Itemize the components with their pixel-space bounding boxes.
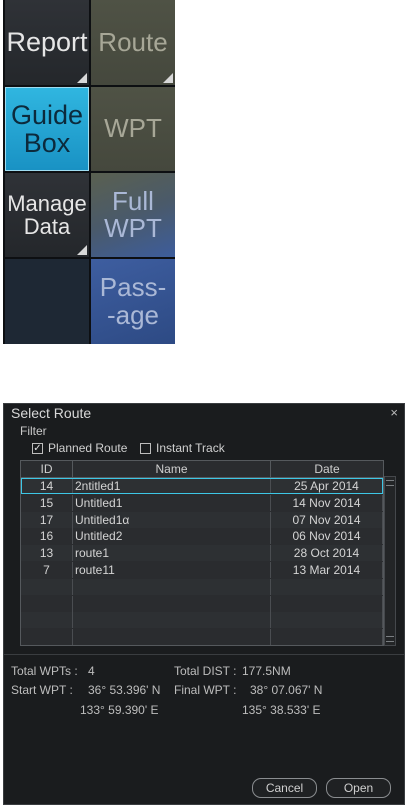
passage-button[interactable]: Pass- -age <box>91 259 175 344</box>
instant-track-checkbox[interactable]: Instant Track <box>140 441 225 455</box>
cell-id: 7 <box>21 562 73 578</box>
total-wpts-label: Total WPTs : <box>11 664 78 678</box>
cell-date <box>271 612 383 629</box>
cell-name: Untitled1α <box>73 511 271 528</box>
passage-label: Pass- -age <box>99 272 167 330</box>
cell-name: 2ntitled1 <box>73 478 271 494</box>
start-wpt-latitude: 36° 53.396' N <box>88 683 161 697</box>
table-row[interactable]: 16 Untitled2 06 Nov 2014 <box>21 528 383 545</box>
cell-name: route11 <box>73 562 271 578</box>
filter-label: Filter <box>20 424 47 438</box>
instant-track-label: Instant Track <box>156 441 225 455</box>
cell-id: 14 <box>21 478 73 494</box>
cell-name <box>73 612 271 629</box>
cell-date: 06 Nov 2014 <box>271 528 383 545</box>
cell-id <box>21 578 73 595</box>
cell-name: route1 <box>73 545 271 562</box>
empty-table-row <box>21 612 383 629</box>
menu-panel: Report Route Guide Box WPT Manage Data F… <box>3 0 175 344</box>
column-header-id[interactable]: ID <box>21 461 73 477</box>
checkbox-checked-icon: ✓ <box>32 442 43 454</box>
planned-route-checkbox[interactable]: ✓ Planned Route <box>32 441 127 455</box>
cell-date: 28 Oct 2014 <box>271 545 383 562</box>
empty-table-row <box>21 578 383 595</box>
total-wpts-value: 4 <box>88 664 95 678</box>
cell-date: 07 Nov 2014 <box>271 511 383 528</box>
cell-id <box>21 612 73 629</box>
route-table: ID Name Date 14 2ntitled1 25 Apr 2014 15 Unt… <box>20 460 384 646</box>
start-wpt-longitude: 133° 59.390' E <box>80 703 159 717</box>
submenu-corner-icon <box>77 245 87 255</box>
planned-route-label: Planned Route <box>48 441 128 455</box>
table-scrollbar[interactable] <box>384 476 396 646</box>
table-row[interactable]: 7 route11 13 Mar 2014 <box>21 562 383 578</box>
start-wpt-label: Start WPT : <box>11 683 73 697</box>
scroll-up-icon[interactable] <box>386 480 394 486</box>
divider <box>4 654 404 655</box>
guide-box-label: Guide Box <box>10 99 84 158</box>
select-route-dialog: Select Route × Filter ✓ Planned Route In… <box>3 403 405 805</box>
cell-date: 13 Mar 2014 <box>271 562 383 578</box>
open-button[interactable]: Open <box>326 778 391 798</box>
cell-id: 16 <box>21 528 73 545</box>
submenu-corner-icon <box>77 73 87 83</box>
empty-table-row <box>21 629 383 646</box>
cell-id: 13 <box>21 545 73 562</box>
route-label: Route <box>98 26 168 57</box>
submenu-corner-icon <box>163 73 173 83</box>
table-row[interactable]: 13 route1 28 Oct 2014 <box>21 545 383 562</box>
column-header-date[interactable]: Date <box>271 461 383 477</box>
wpt-button[interactable]: WPT <box>91 87 175 171</box>
cell-date <box>271 578 383 595</box>
total-dist-value: 177.5NM <box>242 664 291 678</box>
empty-table-row <box>21 595 383 612</box>
cell-id <box>21 629 73 646</box>
table-row[interactable]: 15 Untitled1 14 Nov 2014 <box>21 494 383 511</box>
empty-tile <box>5 259 89 344</box>
total-dist-label: Total DIST : <box>174 664 237 678</box>
cell-name: Untitled2 <box>73 528 271 545</box>
column-header-name[interactable]: Name <box>73 461 271 477</box>
dialog-title: Select Route <box>11 405 92 421</box>
cell-name <box>73 629 271 646</box>
cell-id: 17 <box>21 511 73 528</box>
manage-data-label: Manage Data <box>7 190 87 239</box>
wpt-label: WPT <box>104 113 162 144</box>
cell-date: 14 Nov 2014 <box>271 494 383 511</box>
final-wpt-label: Final WPT : <box>174 683 237 697</box>
cell-id <box>21 595 73 612</box>
table-row[interactable]: 14 2ntitled1 25 Apr 2014 <box>21 478 383 494</box>
report-button[interactable]: Report <box>5 0 89 85</box>
cell-name: Untitled1 <box>73 494 271 511</box>
cell-date: 25 Apr 2014 <box>271 478 383 494</box>
scroll-down-icon[interactable] <box>386 636 394 642</box>
cancel-button[interactable]: Cancel <box>252 778 317 798</box>
cell-name <box>73 595 271 612</box>
cell-id: 15 <box>21 494 73 511</box>
checkbox-unchecked-icon <box>140 442 151 454</box>
cell-date <box>271 595 383 612</box>
close-icon[interactable]: × <box>390 405 398 420</box>
table-row[interactable]: 17 Untitled1α 07 Nov 2014 <box>21 511 383 528</box>
full-wpt-label: Full WPT <box>104 185 162 243</box>
cell-name <box>73 578 271 595</box>
final-wpt-longitude: 135° 38.533' E <box>242 703 321 717</box>
cell-date <box>271 629 383 646</box>
route-button[interactable]: Route <box>91 0 175 85</box>
report-label: Report <box>6 27 88 58</box>
guide-box-button[interactable]: Guide Box <box>5 87 89 171</box>
table-header: ID Name Date <box>21 461 383 478</box>
final-wpt-latitude: 38° 07.067' N <box>250 683 323 697</box>
full-wpt-button[interactable]: Full WPT <box>91 173 175 257</box>
manage-data-button[interactable]: Manage Data <box>5 173 89 257</box>
